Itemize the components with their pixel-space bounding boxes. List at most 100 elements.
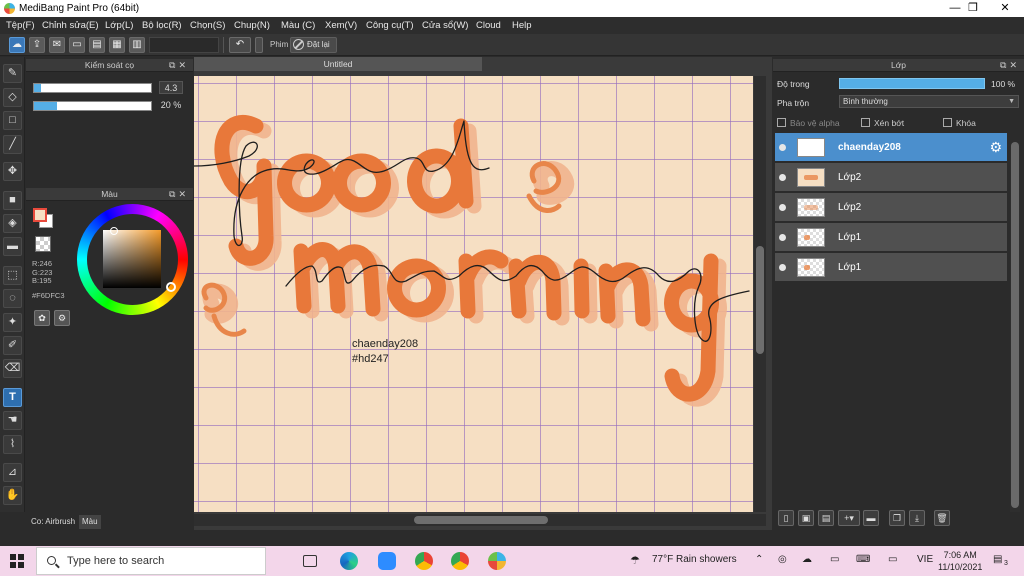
vertical-scroll-thumb[interactable] bbox=[756, 246, 764, 354]
visibility-icon[interactable] bbox=[779, 174, 786, 181]
new-color-layer-icon[interactable]: ▣ bbox=[798, 510, 814, 526]
layout-icon[interactable]: ▥ bbox=[129, 37, 145, 53]
menu-tools[interactable]: Công cụ(T) bbox=[366, 20, 414, 31]
visibility-icon[interactable] bbox=[779, 144, 786, 151]
menu-view[interactable]: Xem(V) bbox=[325, 20, 357, 31]
fg-bg-color[interactable] bbox=[33, 208, 55, 230]
menu-window[interactable]: Cửa sổ(W) bbox=[422, 20, 468, 31]
undo-icon[interactable]: ↶ bbox=[229, 37, 251, 53]
visibility-icon[interactable] bbox=[779, 264, 786, 271]
trash-icon[interactable]: 🗑 bbox=[934, 510, 950, 526]
protect-alpha-checkbox[interactable] bbox=[777, 118, 786, 127]
panel-controls[interactable]: ⧉✕ bbox=[1000, 59, 1020, 72]
cloud-icon[interactable]: ☁ bbox=[9, 37, 25, 53]
duplicate-layer-icon[interactable]: ❐ bbox=[889, 510, 905, 526]
foreground-color-swatch[interactable] bbox=[33, 208, 47, 222]
share-icon[interactable]: ⇪ bbox=[29, 37, 45, 53]
visibility-icon[interactable] bbox=[779, 234, 786, 241]
panel-controls[interactable]: ⧉✕ bbox=[169, 188, 189, 201]
clipping-checkbox[interactable] bbox=[861, 118, 870, 127]
hand-tool-icon[interactable]: ✋ bbox=[3, 486, 22, 505]
edge-browser-icon[interactable] bbox=[340, 552, 358, 570]
close-button[interactable]: ✕ bbox=[988, 0, 1022, 17]
medibang-taskbar-icon[interactable] bbox=[488, 552, 506, 570]
brush-tab[interactable]: Co: Airbrush bbox=[28, 515, 78, 529]
add-layer-menu-icon[interactable]: +▾ bbox=[838, 510, 860, 526]
eyedropper-tool-icon[interactable]: ⊿ bbox=[3, 463, 22, 482]
eraser-tool-icon[interactable]: ◇ bbox=[3, 88, 22, 107]
layer-row[interactable]: Lớp1 bbox=[775, 253, 1007, 282]
lock-checkbox[interactable] bbox=[943, 118, 952, 127]
line-tool-icon[interactable]: ╱ bbox=[3, 135, 22, 154]
toolbar-field[interactable] bbox=[149, 37, 219, 53]
page-icon[interactable]: ▤ bbox=[89, 37, 105, 53]
sv-cursor[interactable] bbox=[110, 227, 118, 235]
comment-icon[interactable]: ✉ bbox=[49, 37, 65, 53]
magic-wand-tool-icon[interactable]: ✦ bbox=[3, 313, 22, 332]
reset-button[interactable]: Đặt lại bbox=[290, 37, 337, 53]
brush-size-value[interactable]: 4.3 bbox=[159, 81, 183, 94]
new-layer-icon[interactable]: ▯ bbox=[778, 510, 794, 526]
onedrive-icon[interactable]: ☁ bbox=[802, 554, 812, 565]
menu-layer[interactable]: Lớp(L) bbox=[105, 20, 133, 31]
move-tool-icon[interactable]: ✥ bbox=[3, 162, 22, 181]
menu-filter[interactable]: Bộ lọc(R) bbox=[142, 20, 182, 31]
chrome-profile-icon[interactable] bbox=[451, 552, 469, 570]
layer-row[interactable]: Lớp2 bbox=[775, 193, 1007, 222]
chat-icon[interactable]: ▭ bbox=[69, 37, 85, 53]
grid-icon[interactable]: ▦ bbox=[109, 37, 125, 53]
network-icon[interactable]: ▭ bbox=[830, 554, 839, 565]
menu-help[interactable]: Help bbox=[512, 20, 532, 31]
saturation-value-square[interactable] bbox=[103, 230, 161, 288]
keyboard-icon[interactable]: ⌨ bbox=[856, 554, 870, 565]
layer-scrollbar[interactable] bbox=[1010, 140, 1020, 512]
tray-app-icon[interactable]: ◎ bbox=[778, 554, 787, 565]
fill-rect-tool-icon[interactable]: ■ bbox=[3, 191, 22, 210]
horizontal-scrollbar[interactable] bbox=[194, 514, 766, 526]
horizontal-scroll-thumb[interactable] bbox=[414, 516, 548, 524]
folder-icon[interactable]: ▬ bbox=[863, 510, 879, 526]
drawing-canvas[interactable]: chaenday208 #hd247 bbox=[194, 76, 753, 512]
document-tab[interactable]: Untitled bbox=[194, 57, 482, 71]
select-rect-tool-icon[interactable]: ⬚ bbox=[3, 266, 22, 285]
palette-icon[interactable]: ✿ bbox=[34, 310, 50, 326]
layer-row[interactable]: Lớp1 bbox=[775, 223, 1007, 252]
select-eraser-tool-icon[interactable]: ⌫ bbox=[3, 359, 22, 378]
bucket-tool-icon[interactable]: ◈ bbox=[3, 214, 22, 233]
chrome-icon[interactable] bbox=[415, 552, 433, 570]
select-pen-tool-icon[interactable]: ✐ bbox=[3, 336, 22, 355]
menu-file[interactable]: Tệp(F) bbox=[6, 20, 35, 31]
dropper-tool-icon[interactable]: ⌇ bbox=[3, 435, 22, 454]
visibility-icon[interactable] bbox=[779, 204, 786, 211]
menu-select[interactable]: Chọn(S) bbox=[190, 20, 225, 31]
color-tab[interactable]: Màu bbox=[79, 515, 101, 529]
layer-row[interactable]: chaenday208 ⚙ bbox=[775, 133, 1007, 162]
menu-capture[interactable]: Chup(N) bbox=[234, 20, 270, 31]
taskbar-search[interactable]: Type here to search bbox=[36, 547, 266, 575]
transparent-color-swatch[interactable] bbox=[35, 236, 51, 252]
layer-scroll-thumb[interactable] bbox=[1011, 142, 1019, 508]
hue-cursor[interactable] bbox=[166, 282, 176, 292]
text-tool-icon[interactable]: T bbox=[3, 388, 22, 407]
layer-row[interactable]: Lớp2 bbox=[775, 163, 1007, 192]
gradient-tool-icon[interactable]: ▬ bbox=[3, 237, 22, 256]
windows-start-icon[interactable] bbox=[10, 554, 24, 568]
gear-icon[interactable]: ⚙ bbox=[989, 139, 1002, 156]
zoom-app-icon[interactable] bbox=[378, 552, 396, 570]
operation-tool-icon[interactable]: ☚ bbox=[3, 411, 22, 430]
menu-color[interactable]: Màu (C) bbox=[281, 20, 315, 31]
chevron-up-icon[interactable]: ⌃ bbox=[755, 554, 763, 565]
language-indicator[interactable]: VIE bbox=[917, 554, 933, 565]
new-halftone-layer-icon[interactable]: ▤ bbox=[818, 510, 834, 526]
palette-settings-icon[interactable]: ⚙ bbox=[54, 310, 70, 326]
clock[interactable]: 7:06 AM 11/10/2021 bbox=[938, 549, 982, 573]
menu-cloud[interactable]: Cloud bbox=[476, 20, 501, 31]
lasso-tool-icon[interactable]: ◌ bbox=[3, 289, 22, 308]
shape-tool-icon[interactable]: □ bbox=[3, 111, 22, 130]
notifications-icon[interactable]: ▤ bbox=[993, 554, 1002, 565]
weather-icon[interactable]: ☂ bbox=[630, 554, 640, 567]
undo-dropdown[interactable] bbox=[255, 37, 263, 53]
brush-opacity-slider[interactable] bbox=[33, 101, 152, 111]
vertical-scrollbar[interactable] bbox=[754, 76, 766, 512]
merge-layer-icon[interactable]: ⤓ bbox=[909, 510, 925, 526]
